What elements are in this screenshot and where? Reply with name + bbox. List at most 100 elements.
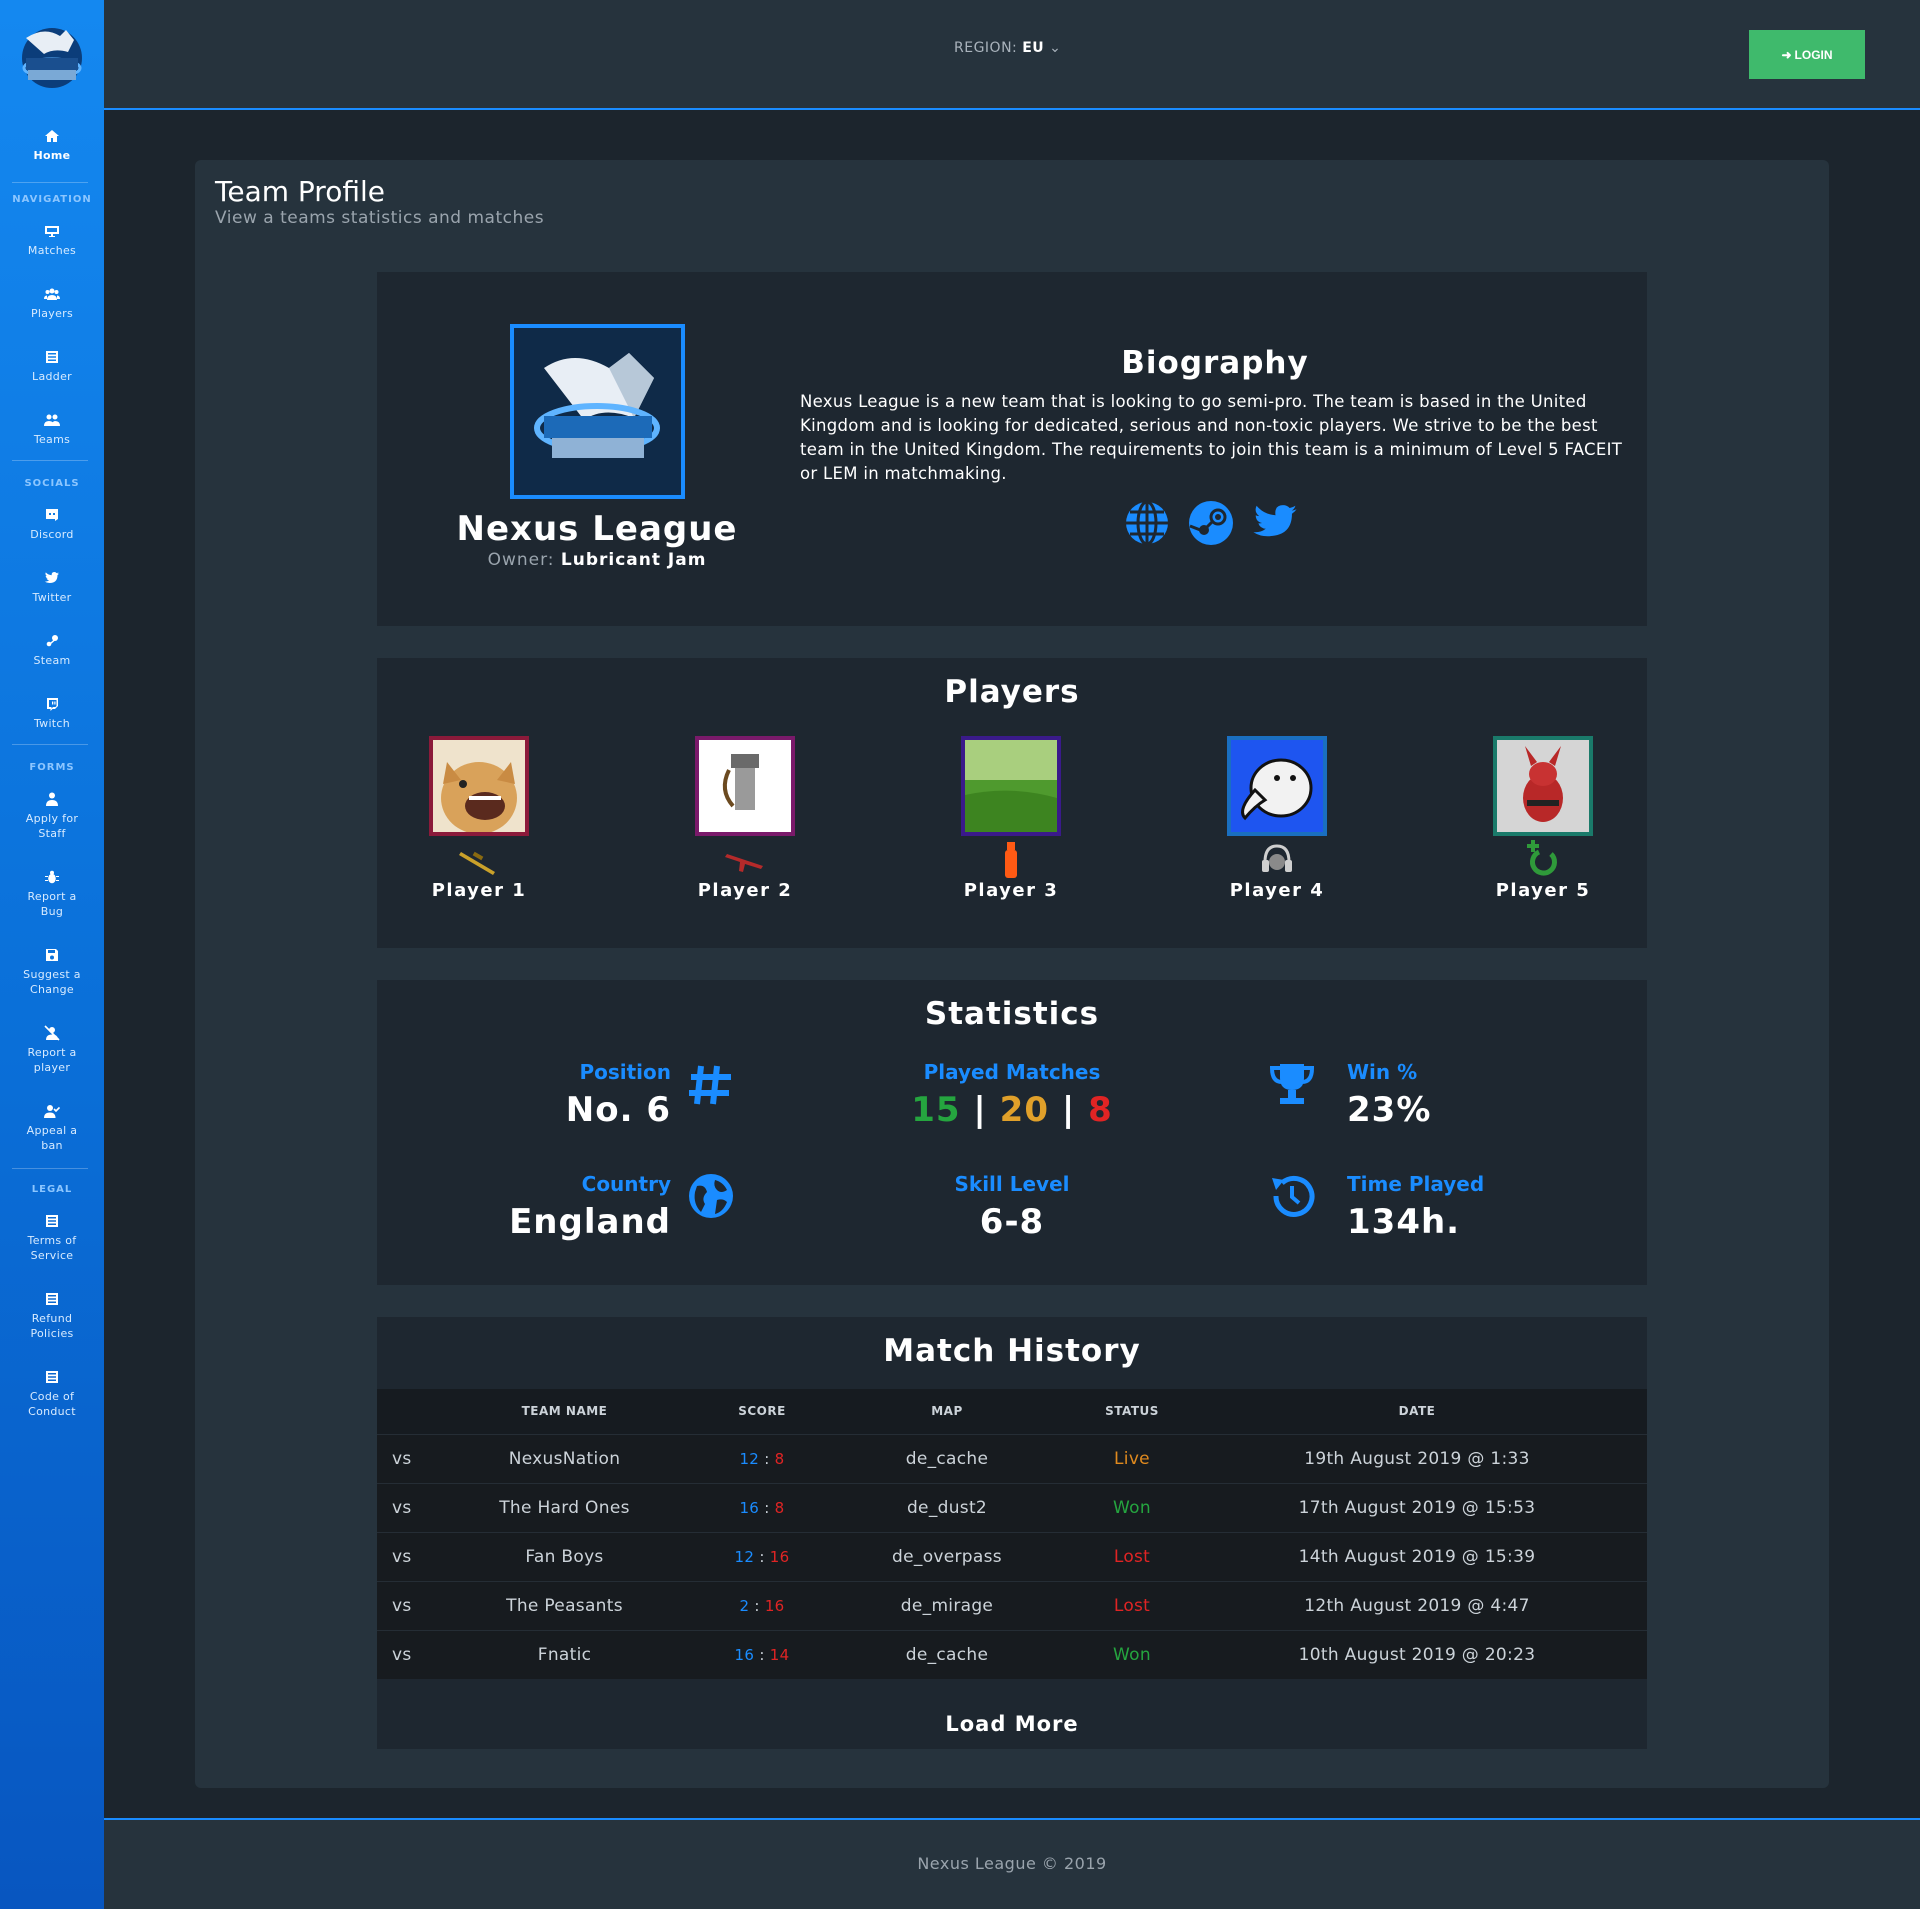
matches-won: 15: [911, 1090, 961, 1130]
map-cell: de_cache: [817, 1433, 1077, 1483]
player-card[interactable]: Player 3: [931, 736, 1091, 901]
sidebar-item-steam[interactable]: Steam: [0, 633, 104, 668]
sidebar-item-teams[interactable]: Teams: [0, 412, 104, 447]
sidebar-item-discord[interactable]: Discord: [0, 507, 104, 542]
status-cell: Lost: [1077, 1580, 1187, 1630]
date-cell: 19th August 2019 @ 1:33: [1187, 1433, 1647, 1483]
player-card[interactable]: Player 5: [1463, 736, 1623, 901]
user-check-icon: [44, 1105, 60, 1118]
team-name-cell[interactable]: The Peasants: [422, 1580, 707, 1630]
team-name-cell[interactable]: The Hard Ones: [422, 1482, 707, 1532]
sign-in-icon: ➜: [1781, 47, 1792, 62]
user-tie-icon: [46, 792, 58, 806]
date-cell: 12th August 2019 @ 4:47: [1187, 1580, 1647, 1630]
table-row[interactable]: vs The Hard Ones 16 : 8 de_dust2 Won 17t…: [377, 1482, 1647, 1532]
section-navigation: NAVIGATION: [12, 194, 92, 205]
table-row[interactable]: vs NexusNation 12 : 8 de_cache Live 19th…: [377, 1433, 1647, 1483]
date-cell: 14th August 2019 @ 15:39: [1187, 1531, 1647, 1581]
team-social-links: [1124, 500, 1298, 546]
sidebar-item-appeal-ban[interactable]: Appeal a ban: [0, 1103, 104, 1153]
team-icon: [44, 414, 60, 426]
sidebar-item-twitch[interactable]: Twitch: [0, 696, 104, 731]
save-icon: [46, 949, 58, 961]
list-icon: [46, 1371, 58, 1383]
globe-icon[interactable]: [1124, 500, 1170, 546]
played-matches-label: Played Matches: [923, 1060, 1101, 1084]
top-bar: REGION: EU ⌄ ➜ LOGIN: [104, 0, 1920, 110]
steam-icon: [46, 635, 58, 647]
trophy-icon: [1268, 1060, 1316, 1108]
sidebar-item-home[interactable]: Home: [0, 128, 104, 163]
vs-cell: vs: [377, 1482, 422, 1532]
sidebar-item-players[interactable]: Players: [0, 286, 104, 321]
login-button[interactable]: ➜ LOGIN: [1749, 30, 1865, 79]
vs-cell: vs: [377, 1433, 422, 1483]
vs-cell: vs: [377, 1580, 422, 1630]
team-bio-panel: Nexus League Owner: Lubricant Jam Biogra…: [377, 272, 1647, 626]
sniper-rifle-icon: [459, 840, 499, 880]
player-card[interactable]: Player 2: [665, 736, 825, 901]
column-header-team: TEAM NAME: [422, 1389, 707, 1434]
player-card[interactable]: Player 1: [399, 736, 559, 901]
map-cell: de_mirage: [817, 1580, 1077, 1630]
owner-name[interactable]: Lubricant Jam: [561, 550, 707, 570]
footer-copyright: Nexus League © 2019: [917, 1854, 1107, 1873]
biography-text: Nexus League is a new team that is looki…: [800, 392, 1623, 483]
date-cell: 10th August 2019 @ 20:23: [1187, 1629, 1647, 1679]
score-cell: 12 : 8: [707, 1433, 817, 1483]
sidebar-item-terms[interactable]: Terms of Service: [0, 1213, 104, 1263]
home-icon: [45, 130, 59, 142]
statistics-panel: Statistics Position No. 6 Played Matches…: [377, 980, 1647, 1285]
map-cell: de_cache: [817, 1629, 1077, 1679]
win-percent-label: Win %: [1347, 1060, 1418, 1084]
section-socials: SOCIALS: [24, 478, 80, 489]
match-history-panel: Match History TEAM NAME SCORE MAP STATUS…: [377, 1317, 1647, 1749]
team-name-cell[interactable]: NexusNation: [422, 1433, 707, 1483]
page-title: Team Profile: [215, 175, 385, 208]
players-heading: Players: [944, 674, 1080, 710]
load-more-button[interactable]: Load More: [377, 1712, 1647, 1736]
status-cell: Lost: [1077, 1531, 1187, 1581]
status-cell: Won: [1077, 1629, 1187, 1679]
twitter-icon: [44, 572, 59, 583]
player-avatar: [1493, 736, 1593, 836]
table-row[interactable]: vs Fan Boys 12 : 16 de_overpass Lost 14t…: [377, 1531, 1647, 1581]
table-header-row: TEAM NAME SCORE MAP STATUS DATE: [377, 1389, 1647, 1434]
map-cell: de_overpass: [817, 1531, 1077, 1581]
table-row[interactable]: vs Fnatic 16 : 14 de_cache Won 10th Augu…: [377, 1629, 1647, 1679]
history-icon: [1268, 1172, 1316, 1220]
sidebar-item-report-bug[interactable]: Report a Bug: [0, 869, 104, 919]
score-cell: 16 : 14: [707, 1629, 817, 1679]
player-name: Player 5: [1495, 880, 1591, 901]
divider: [12, 460, 88, 461]
sidebar-item-refund[interactable]: Refund Policies: [0, 1291, 104, 1341]
sidebar: Home NAVIGATION Matches Players Ladder T…: [0, 0, 104, 1909]
player-avatar: [1227, 736, 1327, 836]
sidebar-item-report-player[interactable]: Report a player: [0, 1025, 104, 1075]
team-name-cell[interactable]: Fnatic: [422, 1629, 707, 1679]
sidebar-item-matches[interactable]: Matches: [0, 223, 104, 258]
nexus-league-logo[interactable]: [14, 18, 90, 94]
sidebar-item-twitter[interactable]: Twitter: [0, 570, 104, 605]
sidebar-item-conduct[interactable]: Code of Conduct: [0, 1369, 104, 1419]
player-name: Player 4: [1229, 880, 1325, 901]
vs-cell: vs: [377, 1629, 422, 1679]
team-name-cell[interactable]: Fan Boys: [422, 1531, 707, 1581]
twitter-icon[interactable]: [1252, 500, 1298, 546]
steam-icon[interactable]: [1188, 500, 1234, 546]
team-name: Nexus League: [456, 509, 738, 549]
list-icon: [46, 1215, 58, 1227]
section-legal: LEGAL: [31, 1184, 73, 1195]
sidebar-item-apply-staff[interactable]: Apply for Staff: [0, 791, 104, 841]
heal-icon: [1523, 840, 1563, 880]
list-icon: [46, 1293, 58, 1305]
table-row[interactable]: vs The Peasants 2 : 16 de_mirage Lost 12…: [377, 1580, 1647, 1630]
time-played-label: Time Played: [1347, 1172, 1485, 1196]
score-cell: 2 : 16: [707, 1580, 817, 1630]
players-panel: Players Player 1 Player 2 Player 3 Playe…: [377, 658, 1647, 948]
biography-heading: Biography: [1121, 345, 1309, 381]
player-card[interactable]: Player 4: [1197, 736, 1357, 901]
region-selector[interactable]: REGION: EU ⌄: [954, 40, 1061, 56]
sidebar-item-suggest-change[interactable]: Suggest a Change: [0, 947, 104, 997]
sidebar-item-ladder[interactable]: Ladder: [0, 349, 104, 384]
